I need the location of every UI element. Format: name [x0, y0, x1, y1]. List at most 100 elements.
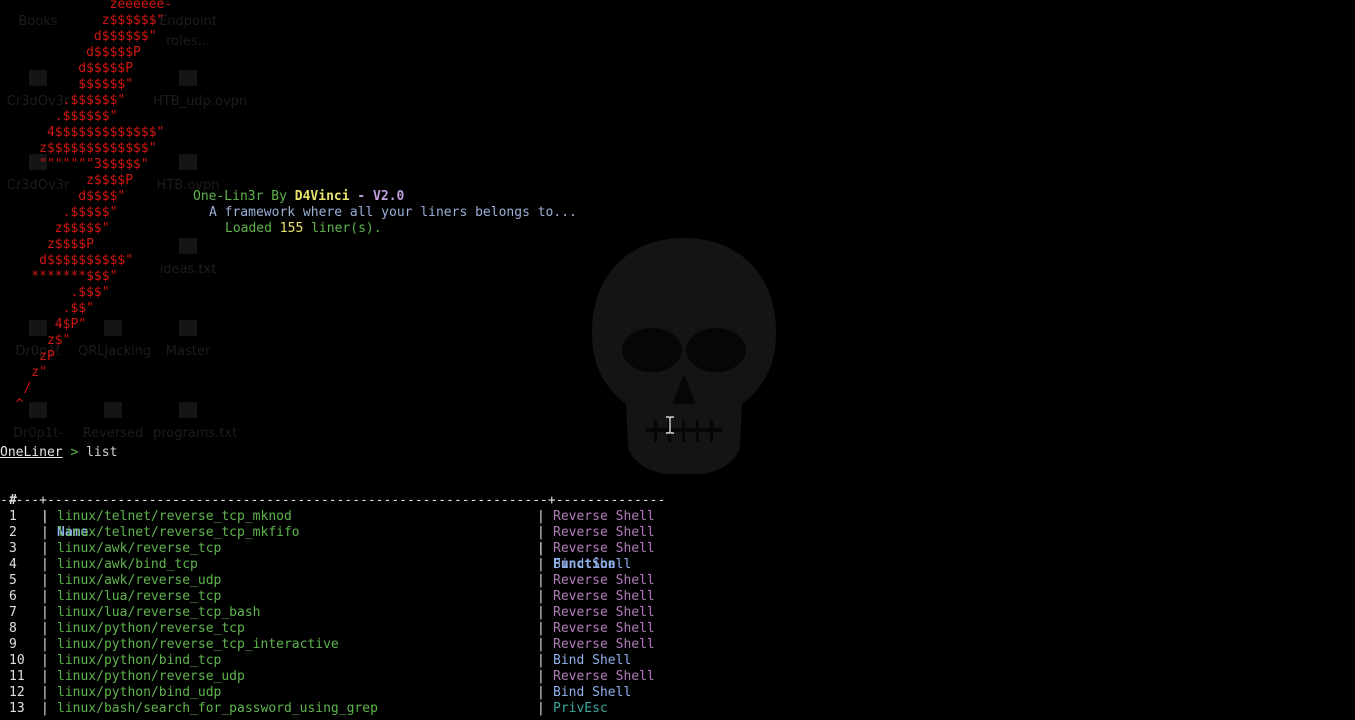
column-divider: | — [41, 557, 49, 572]
desktop-icon-qrljacking[interactable]: QRLJacking — [78, 320, 151, 362]
table-row: 10 | linux/python/bind_tcp | Bind Shell — [0, 653, 700, 669]
desktop-icon-programs[interactable]: programs.txt — [153, 402, 237, 444]
banner-author: D4Vinci — [294, 189, 350, 204]
column-divider: | — [41, 589, 49, 604]
ascii-art-line: d$$$$$P — [0, 61, 134, 76]
column-divider: | — [41, 573, 49, 588]
table-row: 6 | linux/lua/reverse_tcp | Reverse Shell — [0, 589, 700, 605]
table-row: 12 | linux/python/bind_udp | Bind Shell — [0, 685, 700, 701]
command-prompt[interactable]: OneLiner > list — [0, 445, 117, 461]
desktop-icon-htb-udp[interactable]: HTB_udp.ovpn — [153, 70, 247, 112]
row-name: linux/awk/bind_tcp — [57, 557, 198, 572]
column-divider: | — [41, 701, 49, 716]
table-row: 9 | linux/python/reverse_tcp_interactive | R… — [0, 637, 700, 653]
ascii-art-line: z$$$$P — [0, 237, 94, 252]
row-number: 1 — [9, 509, 17, 524]
banner-dash: - — [357, 189, 366, 204]
ascii-art-line: ^ — [0, 397, 24, 412]
column-divider: | — [537, 541, 545, 556]
table-separator: -----+----------------------------------… — [0, 493, 666, 508]
ascii-art-line: .$$" — [0, 301, 94, 316]
row-function: Reverse Shell — [553, 621, 655, 636]
ascii-art-line: z$" — [0, 333, 71, 348]
column-divider: | — [41, 621, 49, 636]
prompt-command: list — [86, 445, 118, 460]
row-name: linux/awk/reverse_tcp — [57, 541, 222, 556]
table-row: 11 | linux/python/reverse_udp | Reverse Shel… — [0, 669, 700, 685]
table-row: 8 | linux/python/reverse_tcp | Reverse Shell — [0, 621, 700, 637]
row-name: linux/lua/reverse_tcp_bash — [57, 605, 261, 620]
row-number: 13 — [9, 701, 25, 716]
row-name: linux/python/bind_tcp — [57, 653, 222, 668]
loaded-suffix: liner(s). — [311, 221, 382, 236]
ascii-art-line: z$$$$$" — [0, 221, 110, 236]
row-function: Reverse Shell — [553, 509, 655, 524]
row-function: Reverse Shell — [553, 669, 655, 684]
column-divider: | — [537, 669, 545, 684]
row-number: 11 — [9, 669, 25, 684]
prompt-arrow: > — [70, 445, 79, 460]
column-divider: | — [537, 557, 545, 572]
row-name: linux/python/reverse_tcp_interactive — [57, 637, 339, 652]
folder-icon — [104, 320, 122, 336]
row-number: 12 — [9, 685, 25, 700]
ascii-art-line: $$$$$$" — [0, 77, 134, 92]
banner-loaded: Loaded 155 liner(s). — [225, 221, 382, 237]
table-row: 1 | linux/telnet/reverse_tcp_mknod | Reverse… — [0, 509, 700, 525]
row-name: linux/bash/search_for_password_using_gre… — [57, 701, 378, 716]
row-number: 10 — [9, 653, 25, 668]
table-row: 2 | linux/telnet/reverse_tcp_mkfifo | Revers… — [0, 525, 700, 541]
row-name: linux/python/reverse_udp — [57, 669, 245, 684]
row-number: 6 — [9, 589, 17, 604]
ascii-art-line: zP — [0, 349, 55, 364]
row-name: linux/python/bind_udp — [57, 685, 222, 700]
row-number: 2 — [9, 525, 17, 540]
file-icon — [179, 238, 197, 254]
ascii-art-line: z$$$$$$" — [0, 13, 165, 28]
column-divider: | — [537, 589, 545, 604]
text-cursor-icon — [666, 416, 674, 434]
row-function: PrivEsc — [553, 701, 608, 716]
ascii-art-line: d$$$$$P — [0, 45, 141, 60]
file-icon — [179, 320, 197, 336]
row-name: linux/python/reverse_tcp — [57, 621, 245, 636]
file-icon — [179, 402, 197, 418]
liners-table: # | Name | Function -----+--------------… — [0, 477, 700, 717]
file-icon — [179, 70, 197, 86]
ascii-art-line: d$$$$$$" — [0, 29, 157, 44]
column-divider: | — [41, 669, 49, 684]
table-header: # | Name | Function — [0, 477, 700, 572]
table-row: 3 | linux/awk/reverse_tcp | Reverse Shell — [0, 541, 700, 557]
file-icon — [179, 154, 197, 170]
loaded-count: 155 — [279, 221, 304, 236]
ascii-art-line: 4$P" — [0, 317, 87, 332]
row-function: Reverse Shell — [553, 637, 655, 652]
column-divider: | — [537, 701, 545, 716]
ascii-art-line: *******$$$" — [0, 269, 118, 284]
row-number: 7 — [9, 605, 17, 620]
row-name: linux/telnet/reverse_tcp_mknod — [57, 509, 292, 524]
banner-version: V2.0 — [373, 189, 405, 204]
row-function: Bind Shell — [553, 557, 632, 572]
table-row: 13 | linux/bash/search_for_password_using_… — [0, 701, 700, 717]
column-divider: | — [41, 637, 49, 652]
ascii-art-line: z$$$$$$$$$$$$$" — [0, 141, 157, 156]
prompt-name: OneLiner — [0, 445, 63, 460]
column-divider: | — [41, 605, 49, 620]
desktop-icon-reversed[interactable]: Reversed — [78, 402, 148, 444]
row-name: linux/awk/reverse_udp — [57, 573, 222, 588]
row-number: 8 — [9, 621, 17, 636]
column-divider: | — [41, 509, 49, 524]
row-function: Reverse Shell — [553, 573, 655, 588]
skull-wallpaper-icon — [592, 238, 776, 474]
ascii-art-line: z" — [0, 365, 47, 380]
column-divider: | — [537, 637, 545, 652]
banner-tool: One-Lin3r — [193, 189, 264, 204]
desktop-icon-ideas[interactable]: ideas.txt — [153, 238, 223, 280]
folder-icon — [29, 402, 47, 418]
row-function: Bind Shell — [553, 653, 632, 668]
column-divider: | — [537, 685, 545, 700]
ascii-art-line: / — [0, 381, 32, 396]
desktop-icon-master[interactable]: Master — [153, 320, 223, 362]
row-name: linux/telnet/reverse_tcp_mkfifo — [57, 525, 300, 540]
